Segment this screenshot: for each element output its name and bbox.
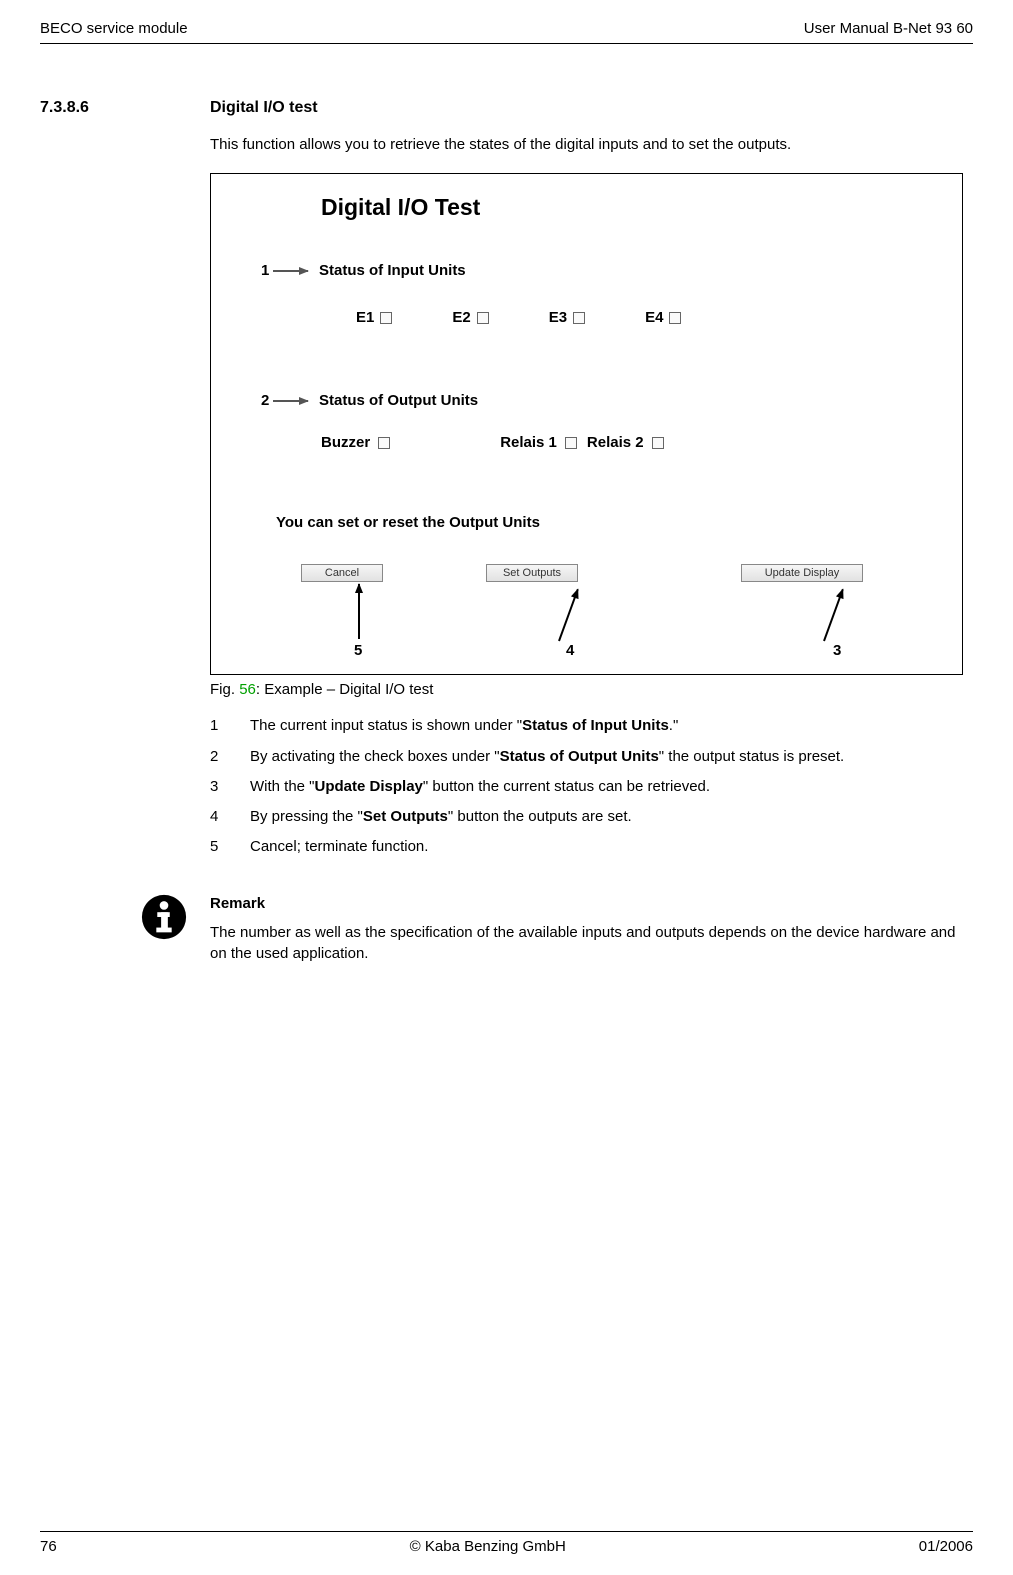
item-text: Cancel; terminate function. bbox=[250, 837, 428, 857]
figure-title: Digital I/O Test bbox=[321, 194, 480, 221]
caption-suffix: : Example – Digital I/O test bbox=[256, 681, 434, 698]
outputs-heading: Status of Output Units bbox=[319, 392, 478, 409]
callout-2: 2 bbox=[261, 392, 269, 409]
item-number: 5 bbox=[210, 837, 250, 857]
input-label: E1 bbox=[356, 309, 374, 326]
arrow-icon bbox=[358, 584, 360, 639]
update-display-button[interactable]: Update Display bbox=[741, 564, 863, 582]
arrow-icon bbox=[273, 270, 308, 272]
arrow-icon bbox=[823, 589, 844, 641]
input-e2: E2 bbox=[452, 309, 488, 326]
item-text: By activating the check boxes under "Sta… bbox=[250, 747, 844, 767]
caption-number: 56 bbox=[239, 681, 256, 698]
item-number: 2 bbox=[210, 747, 250, 767]
section-title: Digital I/O test bbox=[210, 99, 318, 117]
callout-3: 3 bbox=[833, 642, 841, 659]
description-list: 1 The current input status is shown unde… bbox=[210, 716, 963, 857]
content-block: This function allows you to retrieve the… bbox=[210, 135, 963, 858]
checkbox-icon[interactable] bbox=[573, 312, 585, 324]
remark-heading: Remark bbox=[210, 893, 973, 914]
list-item: 2 By activating the check boxes under "S… bbox=[210, 747, 963, 767]
input-e1: E1 bbox=[356, 309, 392, 326]
inputs-row: E1 E2 E3 E4 bbox=[356, 309, 681, 326]
page-number: 76 bbox=[40, 1538, 57, 1555]
remark-body: The number as well as the specification … bbox=[210, 922, 973, 964]
set-hint: You can set or reset the Output Units bbox=[276, 514, 540, 531]
output-relais1: Relais 1 bbox=[500, 434, 577, 451]
checkbox-icon[interactable] bbox=[378, 437, 390, 449]
footer-date: 01/2006 bbox=[919, 1538, 973, 1555]
output-label: Relais 1 bbox=[500, 434, 557, 451]
cancel-button[interactable]: Cancel bbox=[301, 564, 383, 582]
remark-text: Remark The number as well as the specifi… bbox=[210, 893, 973, 964]
output-label: Relais 2 bbox=[587, 434, 644, 451]
footer: 76 © Kaba Benzing GmbH 01/2006 bbox=[40, 1531, 973, 1555]
checkbox-icon[interactable] bbox=[669, 312, 681, 324]
remark-block: Remark The number as well as the specifi… bbox=[40, 893, 973, 964]
running-header: BECO service module User Manual B-Net 93… bbox=[40, 20, 973, 44]
checkbox-icon[interactable] bbox=[652, 437, 664, 449]
input-e4: E4 bbox=[645, 309, 681, 326]
section-heading: 7.3.8.6 Digital I/O test bbox=[40, 99, 973, 117]
checkbox-icon[interactable] bbox=[565, 437, 577, 449]
callout-4: 4 bbox=[566, 642, 574, 659]
item-number: 4 bbox=[210, 807, 250, 827]
item-text: The current input status is shown under … bbox=[250, 716, 678, 736]
input-label: E4 bbox=[645, 309, 663, 326]
list-item: 4 By pressing the "Set Outputs" button t… bbox=[210, 807, 963, 827]
info-icon bbox=[140, 893, 188, 941]
inputs-heading: Status of Input Units bbox=[319, 262, 466, 279]
callout-1: 1 bbox=[261, 262, 269, 279]
caption-prefix: Fig. bbox=[210, 681, 239, 698]
intro-text: This function allows you to retrieve the… bbox=[210, 135, 963, 155]
list-item: 3 With the "Update Display" button the c… bbox=[210, 777, 963, 797]
checkbox-icon[interactable] bbox=[477, 312, 489, 324]
arrow-icon bbox=[558, 589, 579, 641]
item-text: With the "Update Display" button the cur… bbox=[250, 777, 710, 797]
item-number: 3 bbox=[210, 777, 250, 797]
input-label: E3 bbox=[549, 309, 567, 326]
header-left: BECO service module bbox=[40, 20, 188, 37]
section-number: 7.3.8.6 bbox=[40, 99, 210, 117]
checkbox-icon[interactable] bbox=[380, 312, 392, 324]
input-e3: E3 bbox=[549, 309, 585, 326]
input-label: E2 bbox=[452, 309, 470, 326]
footer-center: © Kaba Benzing GmbH bbox=[410, 1538, 566, 1555]
callout-5: 5 bbox=[354, 642, 362, 659]
item-text: By pressing the "Set Outputs" button the… bbox=[250, 807, 632, 827]
header-right: User Manual B-Net 93 60 bbox=[804, 20, 973, 37]
output-buzzer: Buzzer bbox=[321, 434, 390, 451]
output-relais2: Relais 2 bbox=[587, 434, 664, 451]
list-item: 5 Cancel; terminate function. bbox=[210, 837, 963, 857]
output-label: Buzzer bbox=[321, 434, 370, 451]
set-outputs-button[interactable]: Set Outputs bbox=[486, 564, 578, 582]
page: BECO service module User Manual B-Net 93… bbox=[0, 0, 1013, 1575]
list-item: 1 The current input status is shown unde… bbox=[210, 716, 963, 736]
item-number: 1 bbox=[210, 716, 250, 736]
arrow-icon bbox=[273, 400, 308, 402]
outputs-row: Buzzer Relais 1 Relais 2 bbox=[321, 434, 674, 451]
figure: Digital I/O Test 1 Status of Input Units… bbox=[210, 173, 963, 675]
figure-caption: Fig. 56: Example – Digital I/O test bbox=[210, 681, 963, 698]
